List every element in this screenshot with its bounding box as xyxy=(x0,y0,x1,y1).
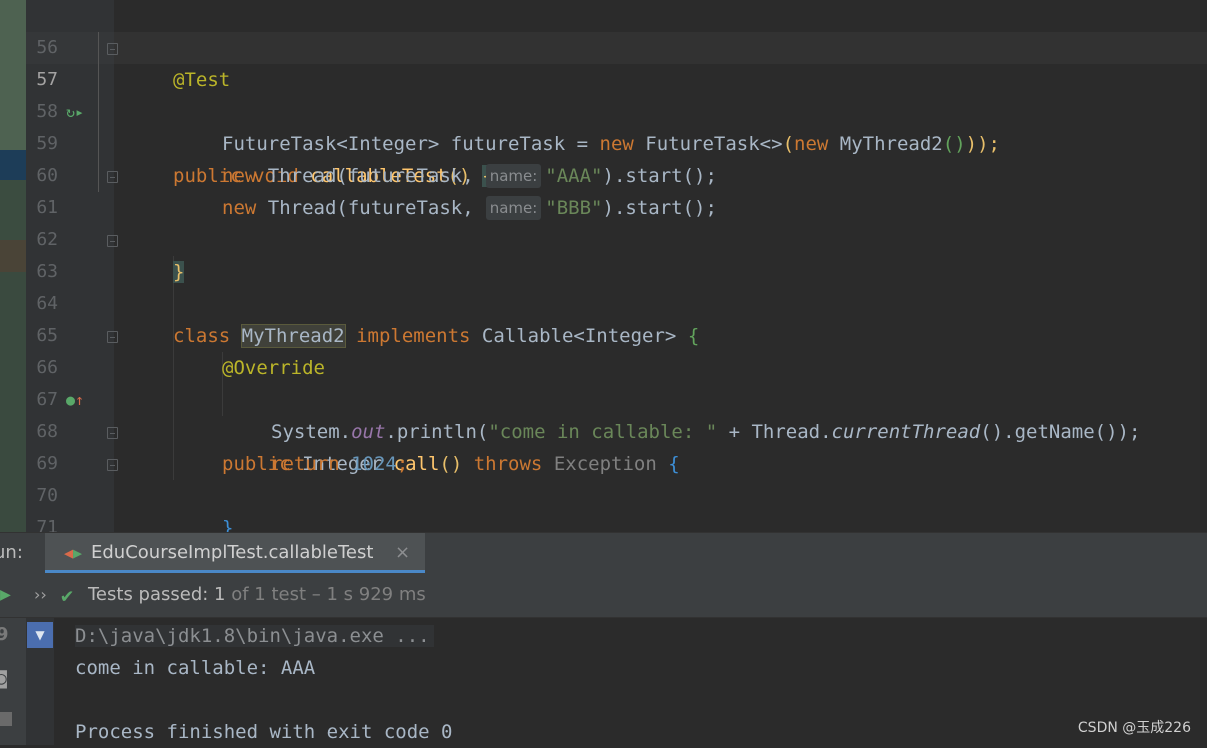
console-output[interactable]: D:\java\jdk1.8\bin\java.exe ... come in … xyxy=(54,618,1207,745)
history-icon[interactable]: 9 xyxy=(0,624,9,645)
current-line-highlight xyxy=(26,32,1207,64)
code-line-62: 62 xyxy=(0,192,58,250)
annotation: @Override xyxy=(222,357,325,379)
run-side-toolbar: 9 ◙ xyxy=(0,618,26,745)
chevron-right-icon[interactable]: ›› xyxy=(34,573,47,617)
fold-marker-icon[interactable] xyxy=(107,459,118,471)
console-command-line[interactable]: D:\java\jdk1.8\bin\java.exe ... xyxy=(75,625,434,647)
override-icon[interactable]: ●↑ xyxy=(66,384,84,416)
code-line-66: 66 ●↑ public Integer call() throws Excep… xyxy=(0,320,680,475)
rerun-icon[interactable]: ▶ xyxy=(0,573,11,617)
code-line-65: 65 @Override xyxy=(0,288,325,379)
class-name-highlight: MyThread2 xyxy=(240,324,346,348)
code-line-57: 57 ↻▸ public void callableTest() { xyxy=(0,32,494,187)
run-tab-title: EduCourseImplTest.callableTest xyxy=(91,542,374,563)
test-status-bar: ▶ ›› ✔ Tests passed: 1 of 1 test – 1 s 9… xyxy=(0,573,1207,618)
code-line-70: 70 } xyxy=(0,448,118,506)
code-line-69: 69 } xyxy=(0,416,233,532)
code-line-60: 60 new Thread(futureTask, name: "BBB").sta… xyxy=(0,128,717,220)
indent-guide xyxy=(173,256,174,480)
code-line-67: 67 System.out.println("come in callable:… xyxy=(0,352,1140,443)
test-status-text: Tests passed: 1 of 1 test – 1 s 929 ms xyxy=(88,584,426,605)
code-line-63: 63 class MyThread2 implements Callable<I… xyxy=(0,224,699,348)
test-arrows-icon: ◀▶ xyxy=(64,544,83,562)
fold-marker-icon[interactable] xyxy=(107,235,118,247)
close-icon[interactable]: × xyxy=(395,533,410,573)
stop-icon[interactable] xyxy=(0,712,12,726)
code-line-56: 56 @Test xyxy=(0,0,230,91)
console-line: Process finished with exit code 0 xyxy=(75,721,453,743)
fold-marker-icon[interactable] xyxy=(107,171,118,183)
code-line-71: 71 } xyxy=(0,480,58,532)
code-line-64: 64 xyxy=(0,256,58,314)
fold-marker-icon[interactable] xyxy=(107,43,118,55)
run-test-icon[interactable]: ↻▸ xyxy=(66,96,84,128)
run-label: un: xyxy=(0,542,23,563)
console-line: come in callable: AAA xyxy=(75,657,316,679)
run-tool-window-header: un: ◀▶ EduCourseImplTest.callableTest × xyxy=(0,532,1207,573)
fold-range-line xyxy=(98,32,99,192)
parameter-hint: name: xyxy=(485,196,542,220)
fold-marker-icon[interactable] xyxy=(107,427,118,439)
code-editor[interactable]: 56 @Test 57 ↻▸ public void callableTest(… xyxy=(0,0,1207,532)
parameter-hint: name: xyxy=(485,164,542,188)
code-line-59: 59 new Thread(futureTask, name: "AAA").sta… xyxy=(0,96,717,188)
camera-icon[interactable]: ◙ xyxy=(0,668,7,689)
code-line-61: 61 } xyxy=(0,160,185,283)
run-tab-callable-test[interactable]: ◀▶ EduCourseImplTest.callableTest × xyxy=(45,533,425,573)
fold-marker-icon[interactable] xyxy=(107,331,118,343)
test-tree-column: ▼ xyxy=(26,618,54,745)
check-icon: ✔ xyxy=(61,583,74,607)
code-line-58: 58 FutureTask<Integer> futureTask = new … xyxy=(0,64,1000,155)
watermark: CSDN @玉成226 xyxy=(1077,720,1191,736)
code-line-68: 68 return 1024; xyxy=(0,384,408,475)
annotation: @Test xyxy=(173,69,231,91)
code-line-72: 72 xyxy=(0,512,46,532)
collapse-triangle-icon[interactable]: ▼ xyxy=(27,622,53,648)
